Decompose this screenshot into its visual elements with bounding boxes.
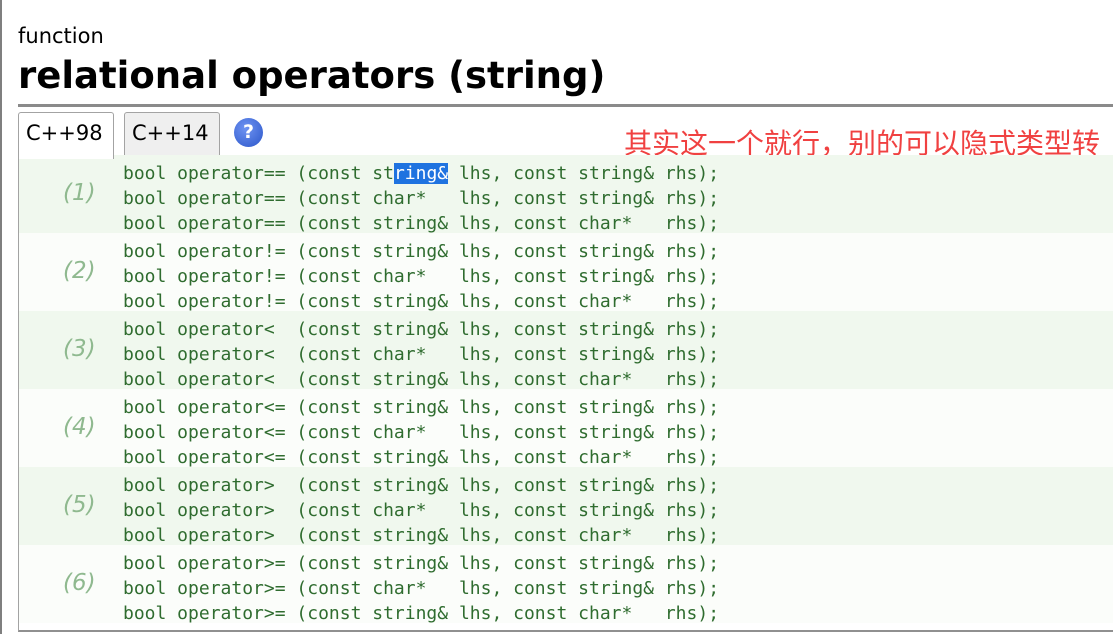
tab-cpp14[interactable]: C++14: [124, 112, 220, 156]
page-kind-label: function: [18, 24, 104, 48]
group-number: (2): [63, 258, 96, 284]
group-number: (5): [63, 492, 96, 518]
declaration-line: bool operator== (const char* lhs, const …: [123, 188, 720, 209]
declaration-line: bool operator< (const string& lhs, const…: [123, 319, 720, 340]
declaration-line: bool operator>= (const string& lhs, cons…: [123, 603, 720, 624]
declaration-line: bool operator!= (const string& lhs, cons…: [123, 241, 720, 262]
code-suffix: lhs, const string& rhs);: [448, 163, 720, 184]
code-prefix: bool operator== (const st: [123, 163, 394, 184]
declaration-line: bool operator> (const char* lhs, const s…: [123, 500, 720, 521]
group-number: (3): [63, 336, 96, 362]
declaration-group-4: (4) bool operator<= (const string& lhs, …: [19, 389, 1113, 468]
tabs-divider: [18, 104, 1113, 107]
declaration-line: bool operator<= (const char* lhs, const …: [123, 422, 720, 443]
declaration-line: bool operator<= (const string& lhs, cons…: [123, 397, 720, 418]
declaration-group-1: (1) bool operator== (const string& lhs, …: [19, 155, 1113, 234]
declarations-table: (1) bool operator== (const string& lhs, …: [18, 155, 1113, 632]
declaration-line-selected[interactable]: bool operator== (const string& lhs, cons…: [123, 161, 719, 186]
group-number: (6): [63, 570, 96, 596]
declaration-group-6: (6) bool operator>= (const string& lhs, …: [19, 545, 1113, 624]
page-title: relational operators (string): [18, 54, 606, 97]
tab-cpp98[interactable]: C++98: [18, 112, 114, 159]
window-left-border: [0, 0, 2, 634]
declaration-line: bool operator> (const string& lhs, const…: [123, 475, 720, 496]
selected-text[interactable]: ring&: [393, 163, 449, 184]
declaration-line: bool operator!= (const char* lhs, const …: [123, 266, 720, 287]
help-icon[interactable]: ?: [234, 118, 263, 147]
declaration-line: bool operator>= (const char* lhs, const …: [123, 578, 720, 599]
group-number: (1): [63, 180, 96, 206]
declaration-group-5: (5) bool operator> (const string& lhs, c…: [19, 467, 1113, 546]
group-number: (4): [63, 414, 96, 440]
declaration-group-3: (3) bool operator< (const string& lhs, c…: [19, 311, 1113, 390]
declaration-group-2: (2) bool operator!= (const string& lhs, …: [19, 233, 1113, 312]
declaration-line: bool operator>= (const string& lhs, cons…: [123, 553, 720, 574]
declaration-line: bool operator< (const char* lhs, const s…: [123, 344, 720, 365]
